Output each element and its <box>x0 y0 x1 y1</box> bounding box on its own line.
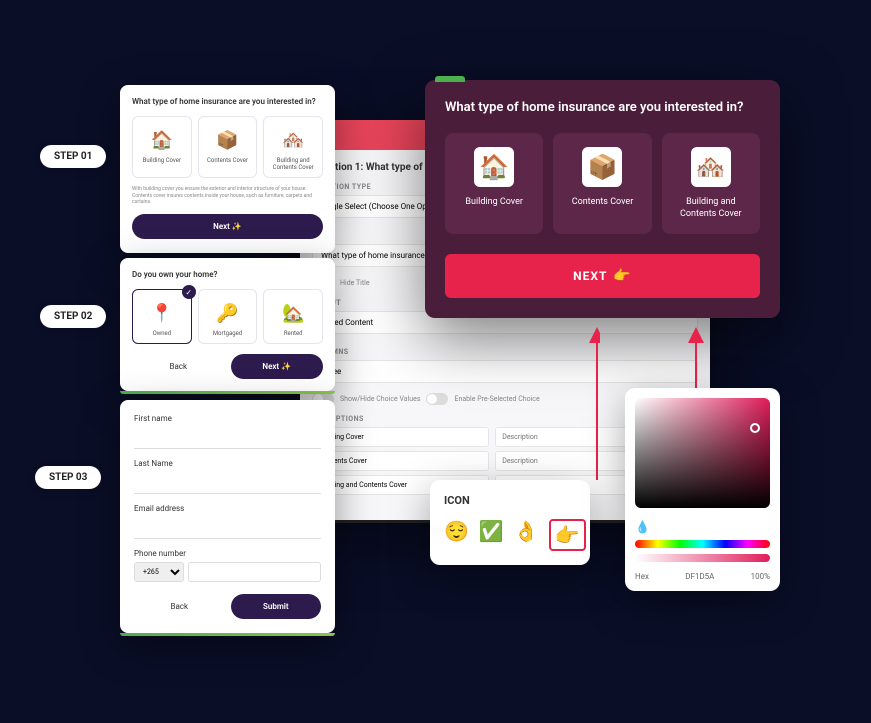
preview-next-button[interactable]: NEXT 👉 <box>445 254 760 298</box>
list-name[interactable] <box>312 451 489 471</box>
step1-option-contents[interactable]: 📦 Contents Cover <box>198 116 258 178</box>
email-label: Email address <box>134 504 321 513</box>
phone-code-select[interactable]: +265 <box>134 562 184 582</box>
house-icon: 🏠 <box>149 127 175 153</box>
step1-next-button[interactable]: Next <box>132 214 323 239</box>
color-hex[interactable]: DF1D5A <box>685 572 714 581</box>
step1-description: With building cover you ensure the exter… <box>132 186 323 206</box>
preview-option-contents[interactable]: 📦 Contents Cover <box>553 133 651 234</box>
icon-picker: ICON 😌 ✅ 👌 👉 <box>430 480 590 565</box>
check-icon: ✓ <box>182 285 196 299</box>
icon-choice-check[interactable]: ✅ <box>479 519 504 551</box>
preview-question: What type of home insurance are you inte… <box>445 100 760 115</box>
step-label-2: STEP 02 <box>40 305 106 328</box>
color-alpha[interactable]: 100% <box>751 572 770 581</box>
email-input[interactable] <box>134 521 321 539</box>
house-icon: 🏠 <box>474 147 514 187</box>
list-name[interactable] <box>312 427 489 447</box>
hide-title-label: Hide Title <box>340 279 370 287</box>
house-rent-icon: 🏡 <box>280 300 306 326</box>
firstname-label: First name <box>134 414 321 423</box>
step2-option-label: Mortgaged <box>203 330 253 337</box>
phone-input[interactable] <box>188 562 321 582</box>
lastname-label: Last Name <box>134 459 321 468</box>
icon-choice-smile[interactable]: 😌 <box>444 519 469 551</box>
box-icon: 📦 <box>215 127 241 153</box>
hue-slider[interactable] <box>635 540 770 548</box>
preview-option-label: Building Cover <box>453 197 535 209</box>
key-icon: 🔑 <box>215 300 241 326</box>
lastname-input[interactable] <box>134 476 321 494</box>
preview-next-label: NEXT <box>573 269 607 283</box>
showhide-label: Show/Hide Choice Values <box>340 395 420 403</box>
accent-bar <box>120 391 335 394</box>
step-label-3: STEP 03 <box>35 466 101 489</box>
arrow-color-to-button <box>686 325 706 395</box>
icon-choice-ok[interactable]: 👌 <box>514 519 539 551</box>
step3-card: First name Last Name Email address Phone… <box>120 400 335 633</box>
step2-question: Do you own your home? <box>132 270 323 279</box>
preselected-label: Enable Pre-Selected Choice <box>454 395 539 403</box>
step2-next-button[interactable]: Next <box>231 354 324 379</box>
phone-label: Phone number <box>134 549 321 558</box>
icon-choice-point[interactable]: 👉 <box>549 519 586 551</box>
step3-back-button[interactable]: Back <box>134 594 225 619</box>
preview-option-label: Building and Contents Cover <box>670 197 752 220</box>
arrow-icon-to-button <box>560 325 600 485</box>
step2-option-label: Rented <box>268 330 318 337</box>
step1-option-building[interactable]: 🏠 Building Cover <box>132 116 192 178</box>
preview-panel: What type of home insurance are you inte… <box>425 80 780 318</box>
accent-bar <box>120 633 335 636</box>
preview-option-building[interactable]: 🏠 Building Cover <box>445 133 543 234</box>
pin-icon: 📍 <box>149 300 175 326</box>
step1-option-label: Building Cover <box>137 157 187 164</box>
house-box-icon: 🏘️ <box>691 147 731 187</box>
box-icon: 📦 <box>582 147 622 187</box>
step2-option-rented[interactable]: 🏡 Rented <box>263 289 323 344</box>
columns-label: COLUMNS <box>312 348 698 356</box>
color-mode[interactable]: Hex <box>635 572 649 581</box>
pointing-icon: 👉 <box>613 268 631 284</box>
accent-tab <box>435 76 465 82</box>
step1-option-label: Contents Cover <box>203 157 253 164</box>
step1-question: What type of home insurance are you inte… <box>132 97 323 106</box>
alpha-slider[interactable] <box>635 554 770 562</box>
gradient-handle[interactable] <box>750 423 760 433</box>
step3-submit-button[interactable]: Submit <box>231 594 322 619</box>
step2-option-label: Owned <box>137 330 187 337</box>
color-gradient[interactable] <box>635 398 770 508</box>
step2-option-owned[interactable]: ✓📍Owned <box>132 289 192 344</box>
columns-input[interactable] <box>312 360 698 383</box>
preview-option-label: Contents Cover <box>561 197 643 209</box>
step2-back-button[interactable]: Back <box>132 354 225 379</box>
step2-option-mortgaged[interactable]: 🔑 Mortgaged <box>198 289 258 344</box>
step1-option-both[interactable]: 🏘️ Building and Contents Cover <box>263 116 323 178</box>
preview-option-both[interactable]: 🏘️ Building and Contents Cover <box>662 133 760 234</box>
step1-option-label: Building and Contents Cover <box>268 157 318 171</box>
firstname-input[interactable] <box>134 431 321 449</box>
preselected-toggle[interactable] <box>426 393 448 405</box>
house-box-icon: 🏘️ <box>280 127 306 153</box>
eyedropper-icon[interactable]: 💧 <box>635 520 650 534</box>
step2-card: Do you own your home? ✓ 📍 Owned 🔑 Mortgaged… <box>120 258 335 391</box>
icon-picker-title: ICON <box>444 494 576 507</box>
step1-card: What type of home insurance are you inte… <box>120 85 335 253</box>
color-picker: 💧 Hex DF1D5A 100% <box>625 388 780 591</box>
step-label-1: STEP 01 <box>40 145 106 168</box>
